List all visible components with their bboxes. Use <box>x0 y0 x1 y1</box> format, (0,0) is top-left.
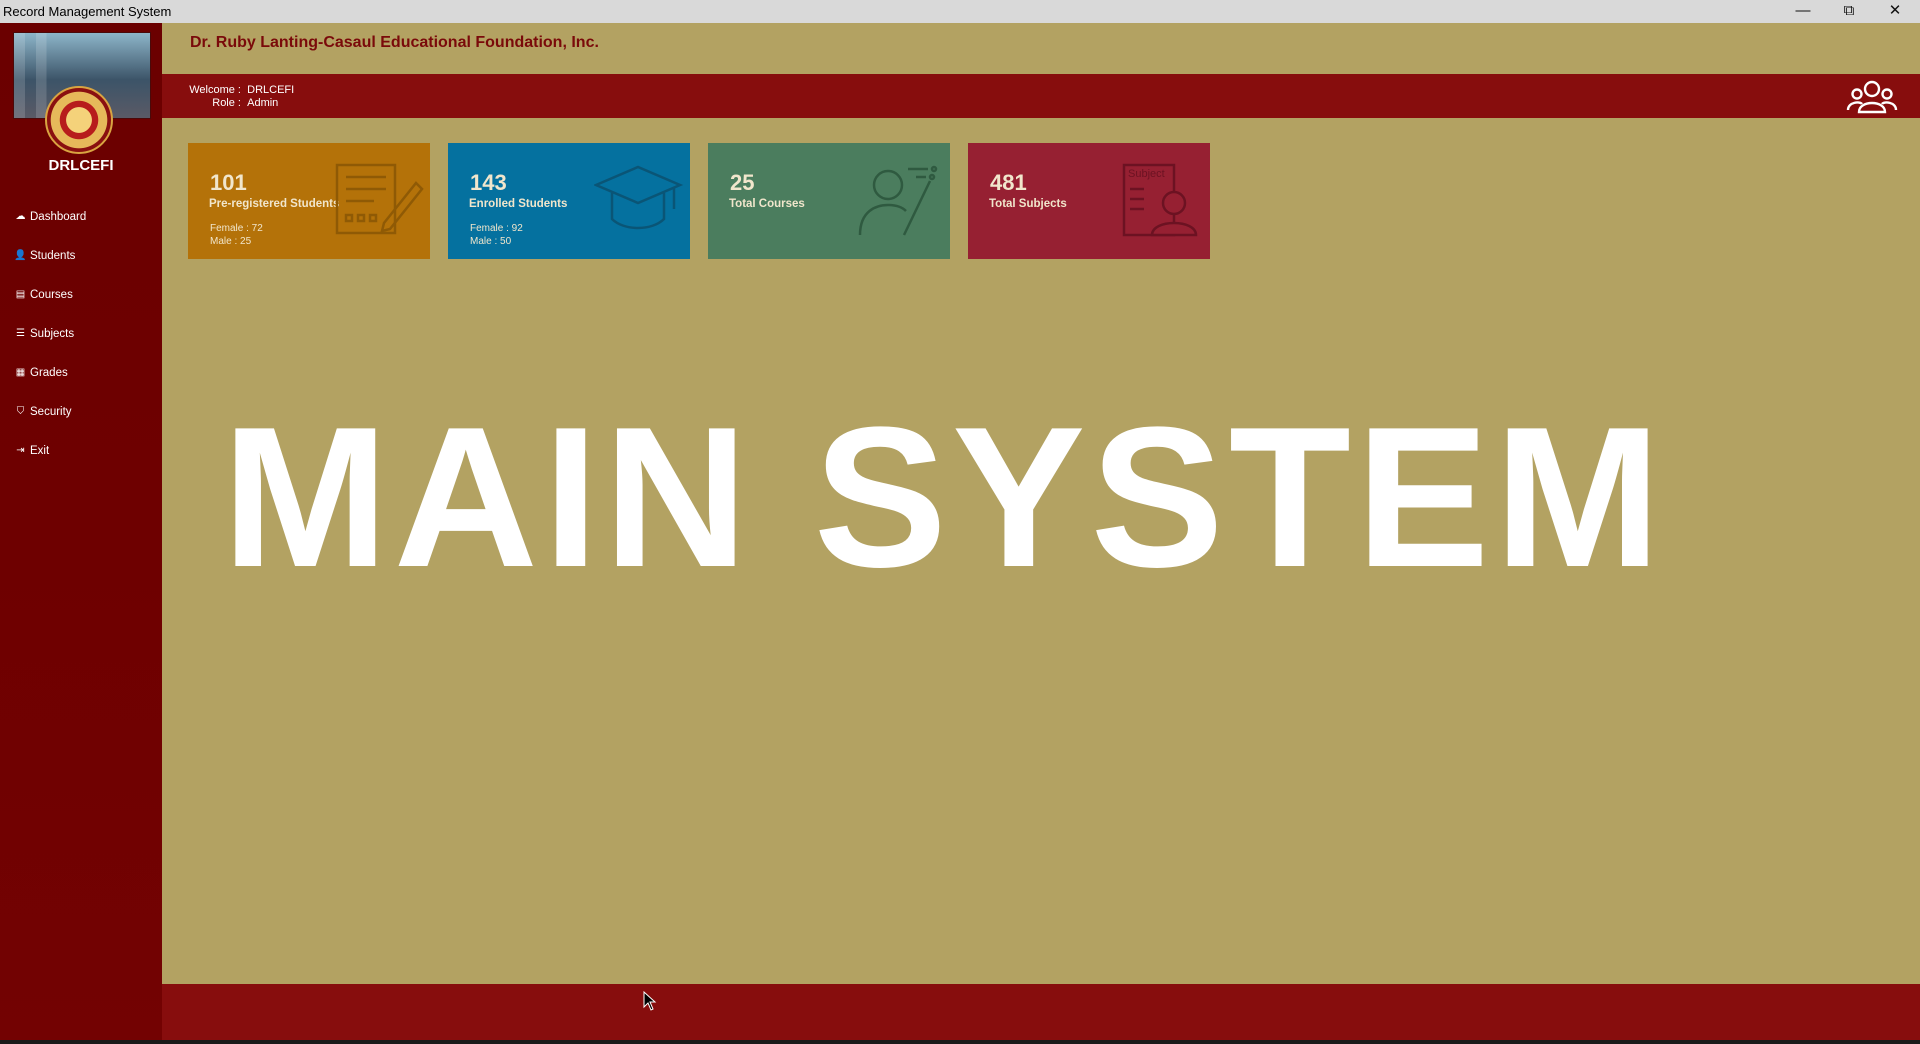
form-icon <box>335 163 424 235</box>
foundation-name: Dr. Ruby Lanting-Casaul Educational Foun… <box>190 34 599 51</box>
sidebar-item-label: Students <box>30 249 76 262</box>
exit-icon: ⇥ <box>16 445 25 456</box>
mouse-cursor-icon <box>643 991 657 1011</box>
graduation-cap-icon <box>594 165 684 230</box>
sidebar-item-label: Subjects <box>30 327 75 340</box>
sidebar-item-students[interactable]: 👤 Students <box>0 236 162 275</box>
sidebar-item-dashboard[interactable]: ☁ Dashboard <box>0 197 162 236</box>
main-system-banner: MAIN SYSTEM <box>222 386 1666 609</box>
users-icon[interactable] <box>1846 80 1898 114</box>
card-number: 25 <box>730 170 755 195</box>
window-bottom-border <box>0 1040 1920 1044</box>
role-value: Admin <box>247 97 279 109</box>
grades-icon: ▦ <box>15 367 26 378</box>
card-label: Enrolled Students <box>469 198 568 210</box>
sidebar-nav: ☁ Dashboard 👤 Students ▤ Courses ☰ Subje… <box>0 197 162 470</box>
sidebar-item-exit[interactable]: ⇥ Exit <box>0 431 162 470</box>
school-seal-logo <box>45 86 113 154</box>
sidebar-item-security[interactable]: ⛉ Security <box>0 392 162 431</box>
enrolled-students-card[interactable]: 143 Enrolled Students Female : 92 Male :… <box>448 143 690 259</box>
female-count: Female : 72 <box>210 223 263 234</box>
card-number: 481 <box>990 170 1027 195</box>
card-number: 143 <box>470 170 507 195</box>
card-label: Total Courses <box>729 198 805 210</box>
teacher-icon <box>858 165 938 236</box>
sidebar-item-label: Dashboard <box>30 210 87 223</box>
card-number: 101 <box>210 170 247 195</box>
total-subjects-card[interactable]: 481 Total Subjects Subject <box>968 143 1210 259</box>
male-count: Male : 25 <box>210 236 252 247</box>
subject-icon: Subject <box>1122 163 1198 237</box>
subjects-icon: ☰ <box>16 328 25 339</box>
user-info-bar: Welcome : DRLCEFI Role : Admin <box>162 74 1920 118</box>
total-courses-card[interactable]: 25 Total Courses <box>708 143 950 259</box>
org-code: DRLCEFI <box>48 157 114 174</box>
sidebar-item-subjects[interactable]: ☰ Subjects <box>0 314 162 353</box>
card-label: Pre-registered Students <box>209 198 340 210</box>
welcome-label: Welcome : <box>189 84 241 96</box>
close-icon[interactable]: ✕ <box>1872 0 1918 23</box>
sidebar-item-label: Security <box>30 405 72 418</box>
sidebar-item-label: Courses <box>30 288 73 301</box>
sidebar-item-grades[interactable]: ▦ Grades <box>0 353 162 392</box>
dashboard-icon: ☁ <box>15 211 26 222</box>
sidebar: DRLCEFI ☁ Dashboard 👤 Students ▤ Courses… <box>0 23 162 1044</box>
sidebar-item-label: Grades <box>30 366 68 379</box>
card-gender-breakdown: Female : 72 Male : 25 <box>210 222 263 248</box>
window-title: Record Management System <box>3 4 172 19</box>
courses-icon: ▤ <box>15 289 26 300</box>
role-label: Role : <box>212 97 241 109</box>
shield-icon: ⛉ <box>16 406 25 417</box>
footer-bar <box>162 984 1920 1040</box>
subject-icon-text: Subject <box>1128 168 1165 180</box>
header: Dr. Ruby Lanting-Casaul Educational Foun… <box>162 23 1920 74</box>
card-label: Total Subjects <box>989 198 1067 210</box>
restore-icon[interactable]: ⧉ <box>1826 0 1872 23</box>
pre-registered-students-card[interactable]: 101 Pre-registered Students Female : 72 … <box>188 143 430 259</box>
sidebar-item-label: Exit <box>30 444 50 457</box>
welcome-info: Welcome : DRLCEFI Role : Admin <box>189 84 294 110</box>
female-count: Female : 92 <box>470 223 523 234</box>
welcome-value: DRLCEFI <box>247 84 295 96</box>
sidebar-item-courses[interactable]: ▤ Courses <box>0 275 162 314</box>
window-title-bar: Record Management System — ⧉ ✕ <box>0 0 1920 23</box>
student-icon: 👤 <box>14 250 27 261</box>
minimize-icon[interactable]: — <box>1780 0 1826 23</box>
male-count: Male : 50 <box>470 236 512 247</box>
card-gender-breakdown: Female : 92 Male : 50 <box>470 222 523 248</box>
